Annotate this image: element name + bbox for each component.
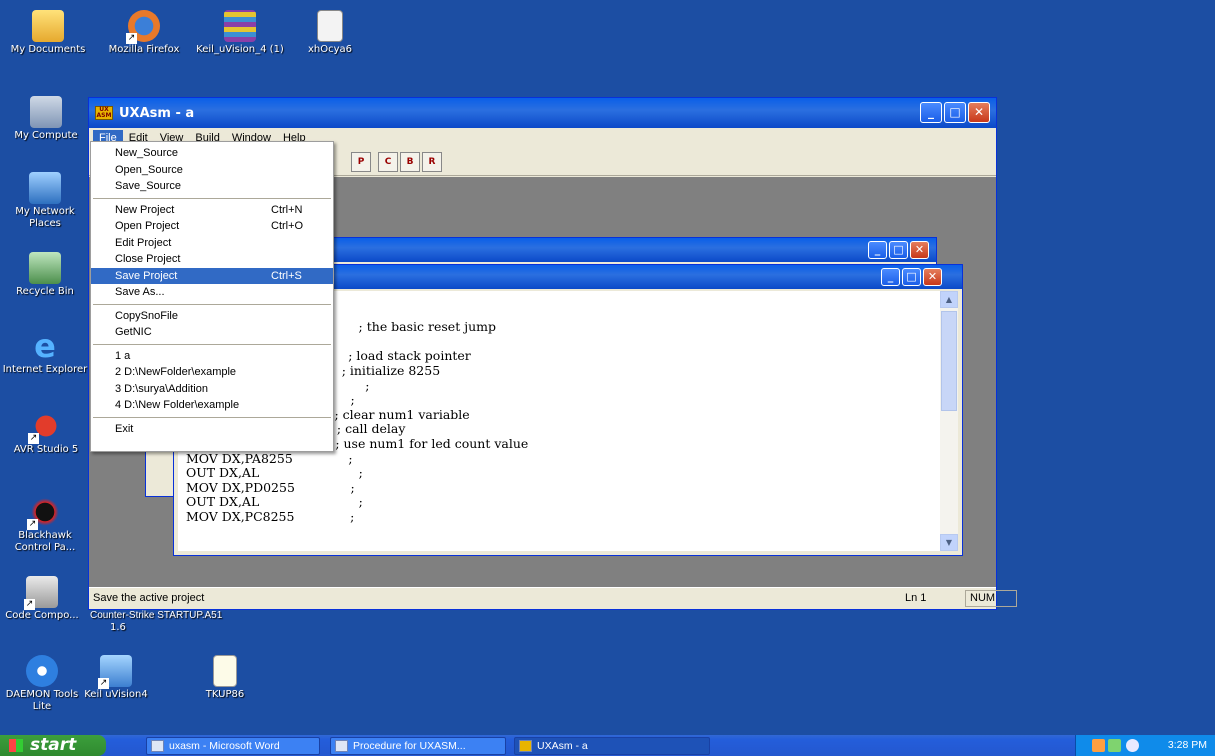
avr-icon (28, 410, 62, 444)
word-doc-icon (335, 740, 348, 752)
desktop-icon-network[interactable]: My Network Places (0, 172, 90, 230)
desktop-icon-daemon[interactable]: DAEMON Tools Lite (0, 655, 84, 713)
menu-item-getnic[interactable]: GetNIC (91, 324, 333, 341)
code-line: MOV DX,PA8255 ; (178, 450, 353, 466)
window-title: UXAsm - a (119, 105, 195, 121)
network-icon (29, 172, 61, 204)
status-bar: Save the active project Ln 1 NUM (89, 587, 1017, 609)
close-button[interactable]: ✕ (968, 102, 990, 123)
text-file-icon (213, 655, 237, 687)
menu-item-save-project[interactable]: Save Project Ctrl+S (91, 267, 333, 284)
scroll-down-icon[interactable]: ▼ (940, 534, 958, 551)
status-line: Ln 1 (905, 592, 927, 604)
keil-icon (98, 655, 132, 689)
menu-item-recent-1[interactable]: 1 a (91, 348, 333, 365)
tray-volume-icon[interactable] (1126, 739, 1139, 752)
menu-item-edit-project[interactable]: Edit Project (91, 235, 333, 252)
scroll-up-icon[interactable]: ▲ (940, 291, 958, 308)
menu-item-recent-3[interactable]: 3 D:\surya\Addition (91, 381, 333, 398)
menu-separator (93, 197, 331, 199)
status-text: Save the active project (93, 592, 205, 604)
menu-item-new-project[interactable]: New Project Ctrl+N (91, 202, 333, 219)
my-documents-icon (32, 10, 64, 42)
menu-item-exit[interactable]: Exit (91, 421, 333, 438)
system-tray: 3:28 PM (1075, 735, 1215, 756)
code-line: OUT DX,AL ; (178, 465, 363, 481)
windows-flag-icon (9, 739, 23, 752)
code-line: MOV DX,PD0255 ; (178, 479, 355, 495)
menu-separator (93, 303, 331, 305)
taskbar-item-uxasm[interactable]: UXAsm - a (514, 737, 710, 755)
code-composer-icon (24, 576, 58, 610)
desktop-icon-recycle-bin[interactable]: Recycle Bin (0, 252, 90, 298)
desktop-icon-code-composer[interactable]: Code Compo... (0, 576, 84, 622)
menu-item-close-project[interactable]: Close Project (91, 251, 333, 268)
status-num: NUM (965, 590, 1017, 607)
desktop-icon-blackhawk[interactable]: Blackhawk Control Pa... (0, 496, 90, 554)
menu-item-new-source[interactable]: New_Source (91, 145, 333, 162)
child-editor-close[interactable]: ✕ (923, 268, 942, 286)
child-back-close[interactable]: ✕ (910, 241, 929, 259)
menu-item-open-source[interactable]: Open_Source (91, 162, 333, 179)
tray-app-icon[interactable] (1108, 739, 1121, 752)
menu-item-recent-4[interactable]: 4 D:\New Folder\example (91, 397, 333, 414)
desktop-icon-firefox[interactable]: Mozilla Firefox (92, 10, 196, 56)
file-icon (317, 10, 343, 42)
desktop-icon-keil-archive[interactable]: Keil_uVision_4 (1) (192, 10, 288, 56)
desktop-icon-ie[interactable]: e Internet Explorer (0, 330, 90, 376)
editor-vertical-scrollbar[interactable]: ▲ ▼ (940, 291, 958, 551)
menu-separator (93, 343, 331, 345)
toolbar-c-button[interactable]: C (378, 152, 398, 172)
desktop-icon-my-computer[interactable]: My Compute (0, 96, 92, 142)
desktop-icon-my-documents[interactable]: My Documents (0, 10, 96, 56)
cs-version-label: 1.6 (110, 622, 126, 633)
window-titlebar[interactable]: UX ASM UXAsm - a _ □ ✕ (89, 98, 996, 128)
word-doc-icon (151, 740, 164, 752)
menu-separator (93, 416, 331, 418)
child-back-minimize[interactable]: _ (868, 241, 887, 259)
firefox-icon (126, 10, 160, 44)
menu-item-open-project[interactable]: Open Project Ctrl+O (91, 218, 333, 235)
minimize-button[interactable]: _ (920, 102, 942, 123)
blackhawk-icon (27, 496, 61, 530)
taskbar: start uxasm - Microsoft Word Procedure f… (0, 735, 1215, 756)
archive-icon (224, 10, 256, 42)
menu-item-copysnofile[interactable]: CopySnoFile (91, 308, 333, 325)
desktop-icon-xhocya6[interactable]: xhOcya6 (282, 10, 378, 56)
menu-item-save-as[interactable]: Save As... (91, 284, 333, 301)
code-line: MOV DX,PC8255 ; (178, 508, 355, 524)
clock: 3:28 PM (1167, 739, 1207, 751)
maximize-button[interactable]: □ (944, 102, 966, 123)
code-line: OUT DX,AL ; (178, 494, 363, 510)
daemon-icon (26, 655, 58, 687)
uxasm-app-icon (519, 740, 532, 752)
taskbar-item-procedure[interactable]: Procedure for UXASM... (330, 737, 506, 755)
toolbar-b-button[interactable]: B (400, 152, 420, 172)
child-back-maximize[interactable]: □ (889, 241, 908, 259)
menu-item-recent-2[interactable]: 2 D:\NewFolder\example (91, 364, 333, 381)
my-computer-icon (30, 96, 62, 128)
desktop-icon-keil[interactable]: Keil uVision4 (76, 655, 156, 701)
uxasm-app-icon: UX ASM (95, 106, 113, 120)
child-editor-maximize[interactable]: □ (902, 268, 921, 286)
desktop-icon-tkup86[interactable]: TKUP86 (190, 655, 260, 701)
file-menu-dropdown: New_Source Open_Source Save_Source New P… (90, 141, 334, 452)
menu-item-save-source[interactable]: Save_Source (91, 178, 333, 195)
recycle-bin-icon (29, 252, 61, 284)
taskbar-item-word[interactable]: uxasm - Microsoft Word (146, 737, 320, 755)
tray-network-icon[interactable] (1092, 739, 1105, 752)
child-editor-minimize[interactable]: _ (881, 268, 900, 286)
scroll-thumb[interactable] (941, 311, 957, 411)
ie-icon: e (34, 327, 56, 365)
start-button[interactable]: start (0, 735, 106, 756)
toolbar-p-button[interactable]: P (351, 152, 371, 172)
toolbar-r-button[interactable]: R (422, 152, 442, 172)
cs-startup-label: Counter-Strike STARTUP.A51 (90, 610, 223, 621)
desktop-icon-avr[interactable]: AVR Studio 5 (0, 410, 92, 456)
